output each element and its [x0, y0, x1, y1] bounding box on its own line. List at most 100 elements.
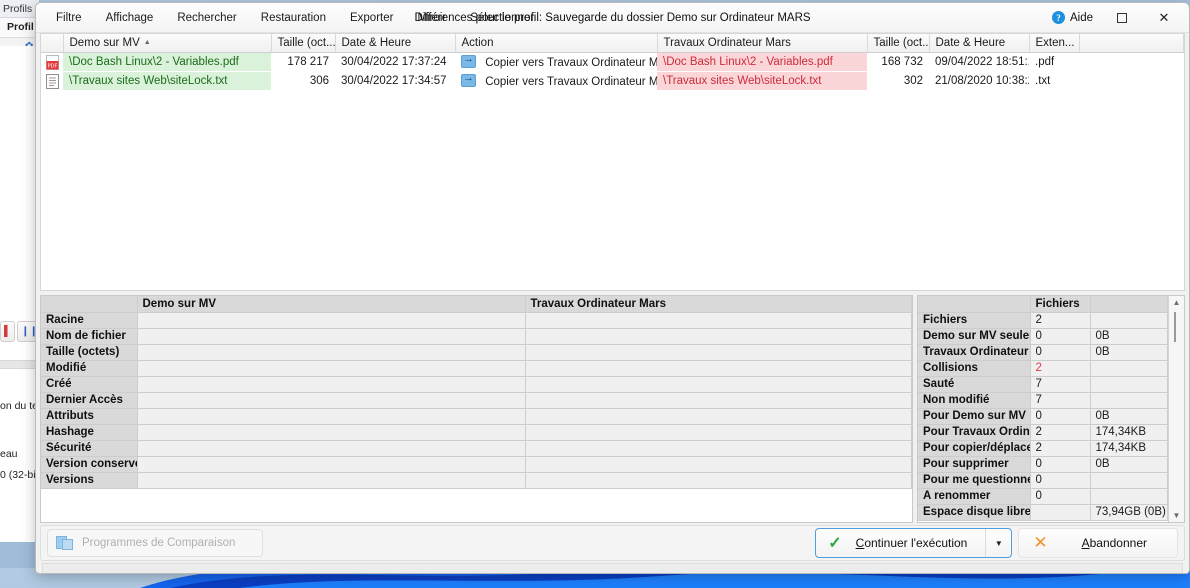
- help-label: Aide: [1069, 11, 1093, 24]
- col-header-right-name[interactable]: Travaux Ordinateur Mars: [657, 34, 868, 53]
- abandon-label-group: AbandonnerAbandonner: [1081, 536, 1147, 550]
- col-header-left-name[interactable]: Demo sur MV ▲: [63, 34, 272, 53]
- menu-affichage[interactable]: Affichage: [94, 7, 166, 29]
- detail-right-value: [525, 408, 912, 425]
- stats-size: [1090, 488, 1168, 505]
- stop-button[interactable]: ▌: [0, 320, 16, 342]
- statistics-vertical-scrollbar[interactable]: ▲ ▼: [1168, 296, 1184, 522]
- continue-dropdown-toggle[interactable]: ▼: [985, 529, 1011, 557]
- menu-rechercher[interactable]: Rechercher: [165, 7, 248, 29]
- stats-label: Non modifié: [918, 392, 1031, 409]
- col-header-icon[interactable]: [41, 34, 64, 53]
- cell-action-label: Copier vers Travaux Ordinateur Mars: [485, 57, 657, 69]
- detail-left-value: [137, 312, 526, 329]
- continue-execution-button[interactable]: ✓ CContinuer l'exécutionontinuer l'exécu…: [815, 528, 1013, 558]
- detail-label: Taille (octets): [41, 344, 138, 361]
- cell-filler: [1079, 52, 1184, 72]
- file-detail-table: Demo sur MV Travaux Ordinateur Mars Raci…: [41, 296, 912, 489]
- detail-left-value: [137, 360, 526, 377]
- stats-size: 0B: [1090, 456, 1168, 473]
- stats-size: [1090, 360, 1168, 377]
- cell-left-size: 306: [271, 71, 335, 91]
- cell-right-ext: .pdf: [1029, 52, 1079, 72]
- scroll-up-arrow-icon[interactable]: ▲: [1173, 296, 1181, 309]
- statistics-panel[interactable]: Fichiers Fichiers2 Demo sur MV seulemen0…: [917, 295, 1185, 523]
- stats-row: Collisions 2: [918, 360, 1168, 377]
- stats-count: 2: [1030, 440, 1091, 457]
- help-button[interactable]: ? Aide: [1044, 8, 1101, 27]
- detail-right-value: [525, 424, 912, 441]
- stats-row: Pour Travaux Ordinateu2174,34KB: [918, 424, 1168, 441]
- background-button-row[interactable]: ▌ ❙❙ S...: [0, 320, 39, 342]
- background-window-body: [0, 46, 39, 568]
- background-tab-profils[interactable]: Profils: [0, 0, 39, 18]
- stats-col-files[interactable]: Fichiers: [1030, 296, 1091, 313]
- background-text-1: on du ten: [0, 400, 40, 412]
- menu-selectionner[interactable]: Sélectionner: [458, 7, 546, 29]
- stats-body: Fichiers2 Demo sur MV seulemen00B Travau…: [918, 312, 1168, 521]
- detail-col-right[interactable]: Travaux Ordinateur Mars: [525, 296, 912, 313]
- cell-right-size: 302: [867, 71, 929, 91]
- menu-filtre[interactable]: Filtre: [44, 7, 94, 29]
- col-header-left-date[interactable]: Date & Heure: [335, 34, 456, 53]
- stats-count: 2: [1030, 312, 1091, 329]
- stats-row: Pour supprimer 0 0B: [918, 456, 1168, 473]
- abandon-button[interactable]: ✕ AbandonnerAbandonner: [1018, 528, 1178, 558]
- stats-size: 0B: [1090, 408, 1168, 425]
- col-header-right-ext[interactable]: Exten...: [1029, 34, 1080, 53]
- menu-exporter[interactable]: Exporter: [338, 7, 405, 29]
- detail-left-value: [137, 440, 526, 457]
- compare-programs-button[interactable]: Programmes de Comparaison: [47, 529, 263, 557]
- pdf-file-icon: PDF: [41, 52, 63, 72]
- continue-execution-label: CContinuer l'exécutionontinuer l'exécuti…: [855, 536, 968, 550]
- detail-row: Sécurité: [41, 440, 912, 457]
- stats-size: [1090, 472, 1168, 489]
- table-row[interactable]: PDF \Doc Bash Linux\2 - Variables.pdf 17…: [41, 52, 1184, 72]
- file-detail-panel[interactable]: Demo sur MV Travaux Ordinateur Mars Raci…: [40, 295, 913, 523]
- table-header-row: Demo sur MV ▲ Taille (oct... Date & Heure…: [41, 34, 1184, 53]
- detail-right-value: [525, 328, 912, 345]
- maximize-button[interactable]: [1101, 3, 1143, 32]
- stats-count: 0: [1030, 328, 1091, 345]
- col-header-right-size[interactable]: Taille (oct...: [867, 34, 930, 53]
- detail-label: Version conservée: [41, 456, 138, 473]
- stats-count: 0: [1030, 472, 1091, 489]
- maximize-icon: [1117, 12, 1127, 23]
- col-header-action[interactable]: Action: [455, 34, 658, 53]
- stats-label: Sauté: [918, 376, 1031, 393]
- detail-body: Racine Nom de fichier Taille (octets) Mo…: [41, 312, 912, 489]
- cell-right-ext: .txt: [1029, 71, 1079, 91]
- title-bar-right-controls: ? Aide ✕: [1044, 3, 1189, 32]
- background-column-profil[interactable]: Profil ▲: [0, 18, 39, 38]
- stop-icon: ▌: [4, 325, 12, 337]
- scroll-down-arrow-icon[interactable]: ▼: [1173, 509, 1181, 522]
- detail-label: Nom de fichier: [41, 328, 138, 345]
- stats-count: 0: [1030, 344, 1091, 361]
- arrow-right-icon: [461, 53, 476, 68]
- cell-right-name: \Travaux sites Web\siteLock.txt: [657, 71, 867, 91]
- col-header-left-size[interactable]: Taille (oct...: [271, 34, 336, 53]
- background-app-window[interactable]: Profils Profil ▲ ✿ ▌ ❙❙ S... on du ten e…: [0, 0, 40, 568]
- stats-corner-cell: [918, 296, 1031, 313]
- detail-left-value: [137, 472, 526, 489]
- compare-files-icon: [56, 535, 74, 551]
- action-buttons-group: ✓ CContinuer l'exécutionontinuer l'exécu…: [815, 528, 1178, 558]
- close-button[interactable]: ✕: [1143, 3, 1185, 32]
- stats-col-size[interactable]: [1090, 296, 1168, 313]
- menu-miroir[interactable]: Miroir: [405, 7, 458, 29]
- menu-restauration[interactable]: Restauration: [249, 7, 338, 29]
- detail-label: Modifié: [41, 360, 138, 377]
- scrollbar-thumb[interactable]: [1174, 312, 1176, 342]
- col-header-right-date[interactable]: Date & Heure: [929, 34, 1030, 53]
- detail-left-value: [137, 344, 526, 361]
- table-row[interactable]: \Travaux sites Web\siteLock.txt 306 30/0…: [41, 71, 1184, 91]
- detail-corner-cell: [41, 296, 138, 313]
- stats-row: Sauté 7: [918, 376, 1168, 393]
- stats-size: 0B: [1090, 344, 1168, 361]
- stats-label: Collisions: [918, 360, 1031, 377]
- stats-size: 0B: [1090, 328, 1168, 345]
- detail-col-left[interactable]: Demo sur MV: [137, 296, 526, 313]
- differences-file-grid[interactable]: Demo sur MV ▲ Taille (oct... Date & Heure…: [40, 33, 1185, 291]
- stats-label: A renommer: [918, 488, 1031, 505]
- background-text-3: 0 (32-bit): [0, 469, 40, 481]
